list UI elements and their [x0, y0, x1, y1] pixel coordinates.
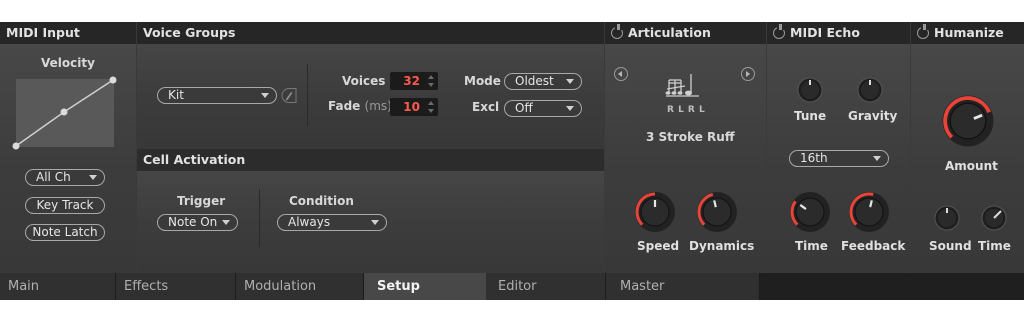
chevron-down-icon	[873, 156, 881, 161]
sticking-label: R L R L	[667, 105, 706, 115]
group-value: Kit	[168, 88, 184, 102]
articulation-name: 3 Stroke Ruff	[646, 130, 735, 144]
velocity-curve[interactable]	[12, 76, 118, 150]
gravity-label: Gravity	[848, 109, 898, 123]
chevron-down-icon	[261, 93, 269, 98]
condition-value: Always	[288, 215, 331, 229]
echo-time-label: Time	[795, 239, 828, 253]
note-latch-button[interactable]: Note Latch	[25, 224, 105, 241]
tab-effects[interactable]: Effects	[116, 273, 236, 300]
chevron-down-icon	[566, 106, 574, 111]
key-track-button[interactable]: Key Track	[25, 197, 105, 214]
division-value: 16th	[800, 151, 828, 165]
humanize-time-knob[interactable]	[979, 203, 1009, 233]
velocity-label: Velocity	[41, 56, 95, 70]
dynamics-knob[interactable]	[695, 190, 739, 234]
sound-knob[interactable]	[932, 203, 962, 233]
tab-editor[interactable]: Editor	[486, 273, 606, 300]
feedback-label: Feedback	[841, 239, 906, 253]
chevron-down-icon	[89, 175, 97, 180]
trigger-dropdown[interactable]: Note On	[157, 214, 238, 231]
group-dropdown[interactable]: Kit	[157, 87, 277, 104]
tune-label: Tune	[794, 109, 827, 123]
midi-echo-section: MIDI Echo Tune Gravity 16th Time Feedbac…	[767, 22, 910, 273]
tab-bar: Main Effects Modulation Setup Editor Mas…	[0, 273, 1024, 300]
condition-dropdown[interactable]: Always	[277, 214, 387, 231]
sound-label: Sound	[929, 239, 972, 253]
tab-setup[interactable]: Setup	[364, 273, 486, 300]
tab-modulation[interactable]: Modulation	[236, 273, 364, 300]
amount-label: Amount	[945, 159, 998, 173]
tune-knob[interactable]	[795, 75, 825, 105]
tab-bar-empty	[760, 273, 1024, 300]
tab-master[interactable]: Master	[606, 273, 760, 300]
chevron-down-icon	[222, 220, 230, 225]
stepper-icon	[428, 75, 434, 87]
divider	[307, 64, 308, 126]
fade-unit: (ms)	[364, 99, 392, 113]
trigger-label: Trigger	[177, 194, 226, 208]
drum-notation-icon	[665, 74, 699, 97]
stepper-icon	[428, 101, 434, 113]
dynamics-label: Dynamics	[689, 239, 755, 253]
mode-dropdown[interactable]: Oldest	[504, 73, 582, 90]
speed-knob[interactable]	[633, 190, 677, 234]
excl-dropdown[interactable]: Off	[504, 100, 582, 117]
voices-value: 32	[403, 74, 420, 88]
edit-pencil-icon[interactable]	[280, 87, 298, 104]
cell-activation-section: Cell Activation Trigger Note On Conditio…	[137, 149, 604, 273]
voice-groups-header: Voice Groups	[137, 22, 604, 44]
chevron-down-icon	[566, 79, 574, 84]
chevron-down-icon	[371, 220, 379, 225]
previous-articulation-button[interactable]	[614, 67, 628, 81]
voices-value-field[interactable]: 32	[390, 72, 438, 90]
power-icon[interactable]	[917, 24, 929, 39]
echo-time-knob[interactable]	[788, 190, 832, 234]
division-dropdown[interactable]: 16th	[789, 150, 889, 167]
plugin-window: MIDI Input Velocity All Ch Key Track Not…	[0, 0, 1024, 320]
gravity-knob[interactable]	[855, 75, 885, 105]
mode-value: Oldest	[515, 74, 554, 88]
speed-label: Speed	[637, 239, 680, 253]
excl-value: Off	[515, 101, 533, 115]
humanize-header: Humanize	[911, 22, 1024, 44]
excl-label: Excl	[472, 100, 500, 114]
fade-value: 10	[403, 100, 420, 114]
articulation-section: Articulation R L R L 3 Stroke Ruff Speed…	[605, 22, 766, 273]
fade-value-field[interactable]: 10	[390, 98, 438, 116]
feedback-knob[interactable]	[847, 190, 891, 234]
power-icon[interactable]	[773, 24, 785, 39]
humanize-section: Humanize Amount Sound Time	[911, 22, 1024, 273]
divider	[259, 189, 260, 247]
articulation-header: Articulation	[605, 22, 766, 44]
midi-input-section: MIDI Input Velocity All Ch Key Track Not…	[0, 22, 136, 273]
voice-groups-section: Voice Groups Kit Voices 32 Fade (ms) 10 …	[137, 22, 604, 149]
mode-label: Mode	[464, 74, 501, 88]
channel-dropdown[interactable]: All Ch	[25, 169, 105, 186]
condition-label: Condition	[289, 194, 354, 208]
amount-knob[interactable]	[940, 93, 996, 149]
power-icon[interactable]	[611, 24, 623, 39]
next-articulation-button[interactable]	[741, 67, 755, 81]
humanize-time-label: Time	[978, 239, 1011, 253]
channel-value: All Ch	[36, 170, 71, 184]
fade-label: Fade (ms)	[328, 99, 392, 113]
voices-label: Voices	[342, 74, 386, 88]
midi-echo-header: MIDI Echo	[767, 22, 910, 44]
cell-activation-header: Cell Activation	[137, 149, 604, 171]
midi-input-header: MIDI Input	[0, 22, 136, 44]
tab-main[interactable]: Main	[0, 273, 116, 300]
trigger-value: Note On	[168, 215, 218, 229]
